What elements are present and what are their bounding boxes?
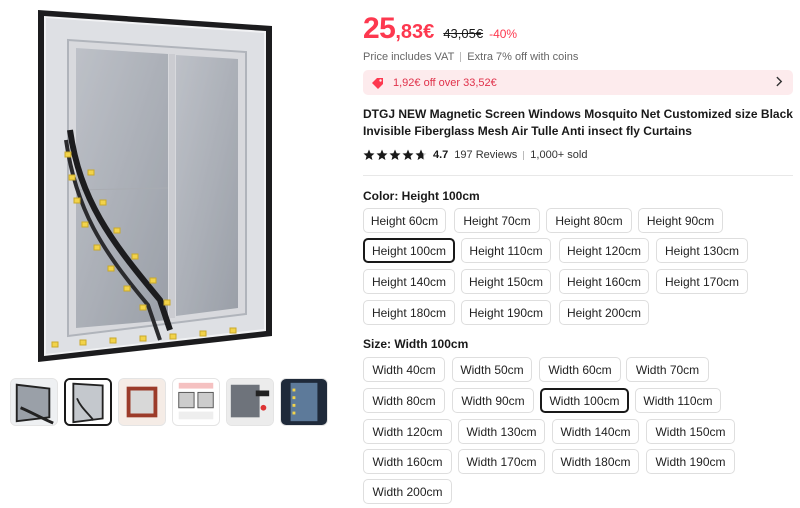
thumbnail-1[interactable] xyxy=(10,378,58,426)
option-height-60cm[interactable]: Height 60cm xyxy=(363,208,446,233)
option-width-100cm[interactable]: Width 100cm xyxy=(540,388,629,413)
discount-badge: -40% xyxy=(489,27,518,41)
option-width-70cm[interactable]: Width 70cm xyxy=(626,357,709,382)
option-width-120cm[interactable]: Width 120cm xyxy=(363,419,452,444)
option-width-180cm[interactable]: Width 180cm xyxy=(552,449,639,474)
coins-offer-text: Extra 7% off with coins xyxy=(467,51,579,63)
divider xyxy=(363,175,793,176)
thumbnail-6[interactable] xyxy=(280,378,328,426)
star-icon xyxy=(376,149,388,161)
original-price: 43,05€ xyxy=(443,26,484,41)
option-height-150cm[interactable]: Height 150cm xyxy=(461,269,551,294)
option-height-170cm[interactable]: Height 170cm xyxy=(656,269,748,294)
option-width-60cm[interactable]: Width 60cm xyxy=(539,357,621,382)
thumbnail-3[interactable] xyxy=(118,378,166,426)
size-label: Size: Width 100cm xyxy=(363,337,469,351)
option-height-200cm[interactable]: Height 200cm xyxy=(559,300,649,325)
option-width-50cm[interactable]: Width 50cm xyxy=(452,357,532,382)
chevron-right-icon xyxy=(776,76,783,90)
option-height-100cm[interactable]: Height 100cm xyxy=(363,238,455,263)
option-width-80cm[interactable]: Width 80cm xyxy=(363,388,445,413)
vat-text: Price includes VAT xyxy=(363,51,455,63)
reviews-link[interactable]: 197 Reviews xyxy=(454,149,517,161)
option-width-150cm[interactable]: Width 150cm xyxy=(646,419,735,444)
option-height-130cm[interactable]: Height 130cm xyxy=(656,238,748,263)
product-gallery xyxy=(0,0,340,508)
option-height-70cm[interactable]: Height 70cm xyxy=(454,208,540,233)
main-product-image[interactable] xyxy=(10,0,330,370)
option-width-90cm[interactable]: Width 90cm xyxy=(452,388,534,413)
option-width-40cm[interactable]: Width 40cm xyxy=(363,357,445,382)
option-height-110cm[interactable]: Height 110cm xyxy=(461,238,551,263)
rating-value: 4.7 xyxy=(433,149,449,161)
thumbnail-5[interactable] xyxy=(226,378,274,426)
option-width-190cm[interactable]: Width 190cm xyxy=(646,449,735,474)
coupon-tag-icon xyxy=(371,76,385,90)
current-price-integer: 25 xyxy=(363,12,396,45)
star-half-icon xyxy=(415,149,427,161)
thumbnail-2[interactable] xyxy=(64,378,112,426)
option-height-90cm[interactable]: Height 90cm xyxy=(638,208,723,233)
option-height-120cm[interactable]: Height 120cm xyxy=(559,238,649,263)
option-width-110cm[interactable]: Width 110cm xyxy=(635,388,721,413)
star-icon xyxy=(389,149,401,161)
coupon-text: 1,92€ off over 33,52€ xyxy=(393,76,497,89)
thumbnail-strip xyxy=(10,378,328,428)
rating-separator xyxy=(523,150,525,160)
option-width-140cm[interactable]: Width 140cm xyxy=(552,419,639,444)
thumbnail-4[interactable] xyxy=(172,378,220,426)
color-label: Color: Height 100cm xyxy=(363,189,480,203)
option-height-80cm[interactable]: Height 80cm xyxy=(546,208,632,233)
current-price-cents: ,83€ xyxy=(395,21,435,43)
product-title: DTGJ NEW Magnetic Screen Windows Mosquit… xyxy=(363,107,793,138)
star-icon xyxy=(402,149,414,161)
coupon-banner[interactable]: 1,92€ off over 33,52€ xyxy=(363,70,793,95)
sold-count: 1,000+ sold xyxy=(530,149,588,161)
option-height-140cm[interactable]: Height 140cm xyxy=(363,269,455,294)
vat-separator xyxy=(460,52,462,62)
option-height-160cm[interactable]: Height 160cm xyxy=(559,269,649,294)
option-width-130cm[interactable]: Width 130cm xyxy=(458,419,545,444)
option-height-180cm[interactable]: Height 180cm xyxy=(363,300,455,325)
option-width-170cm[interactable]: Width 170cm xyxy=(458,449,545,474)
option-width-160cm[interactable]: Width 160cm xyxy=(363,449,452,474)
option-height-190cm[interactable]: Height 190cm xyxy=(461,300,551,325)
option-width-200cm[interactable]: Width 200cm xyxy=(363,479,452,504)
vat-note: Price includes VAT Extra 7% off with coi… xyxy=(363,51,578,63)
price-row: 25 ,83€ 43,05€ -40% xyxy=(363,12,517,46)
rating-stars xyxy=(363,149,427,161)
star-icon xyxy=(363,149,375,161)
rating-row: 4.7 197 Reviews 1,000+ sold xyxy=(363,148,587,162)
